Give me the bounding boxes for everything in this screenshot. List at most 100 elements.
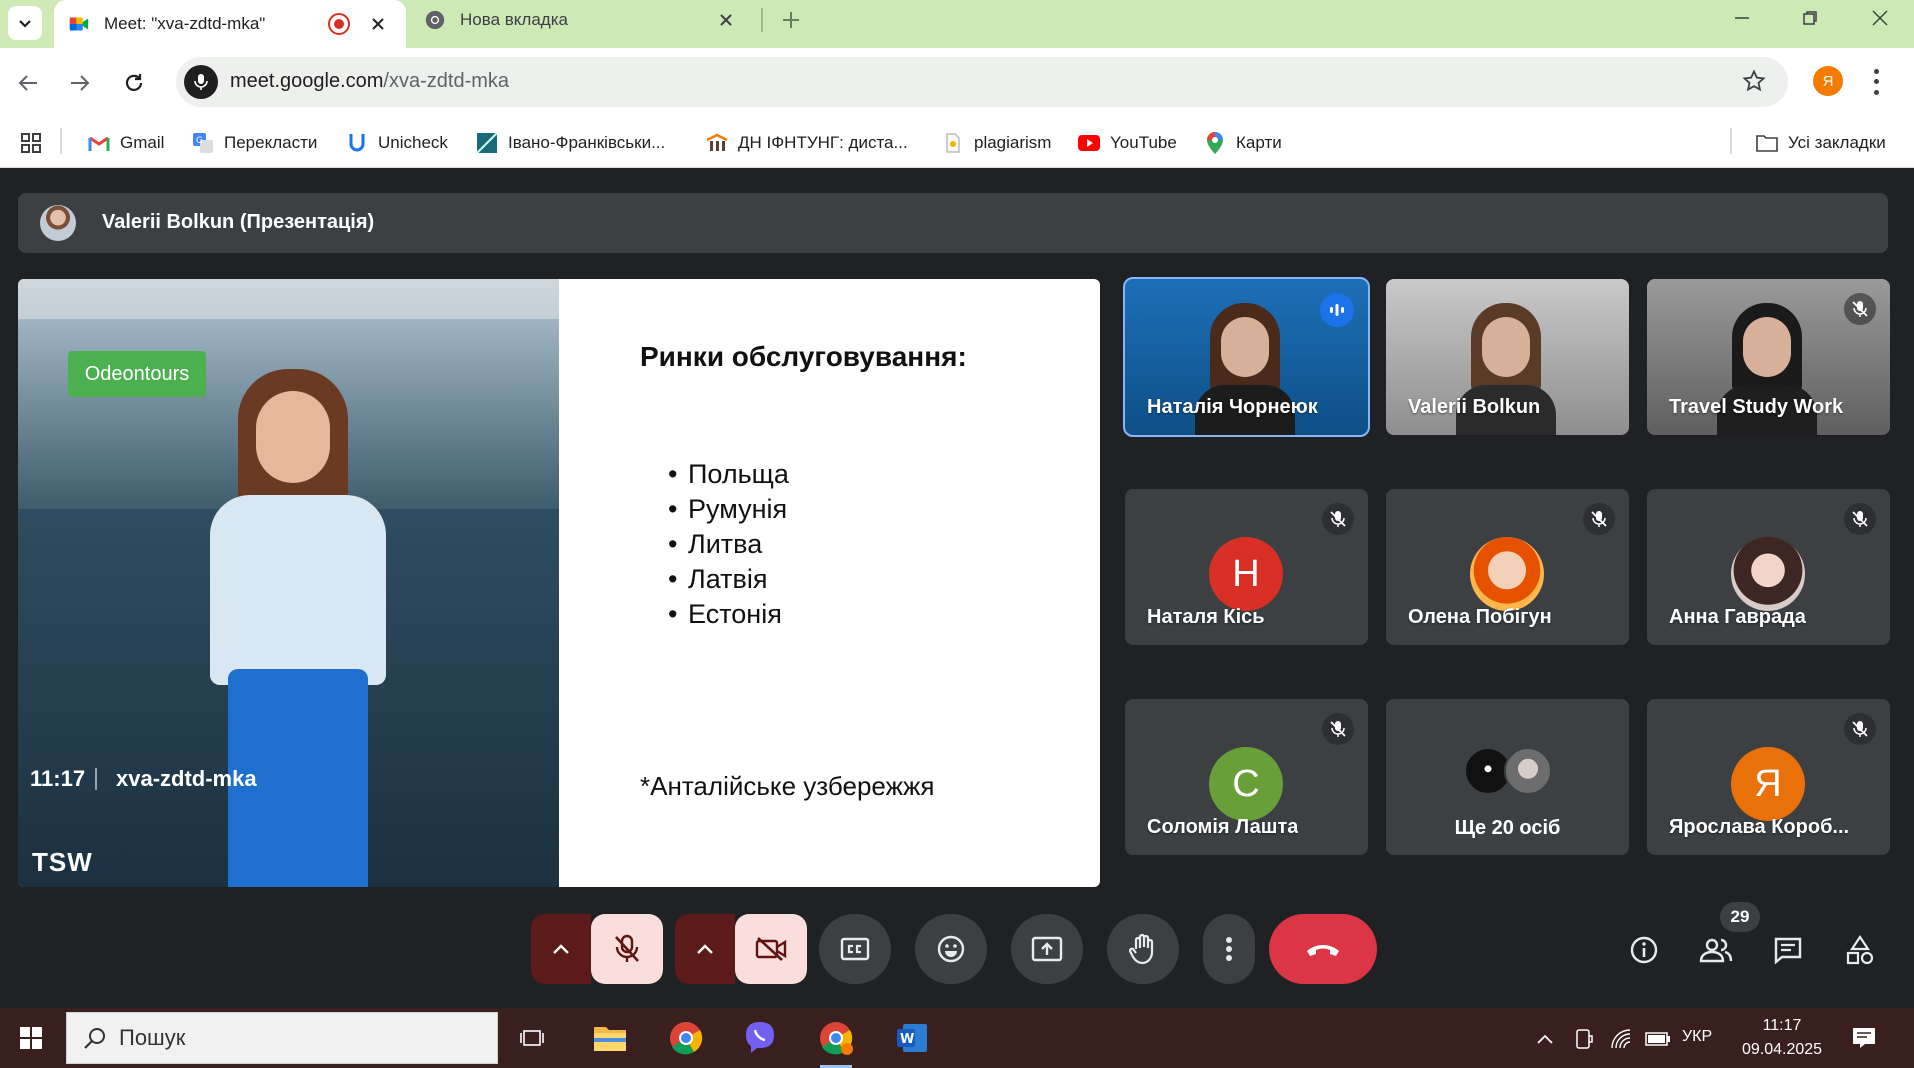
toggle-microphone-button[interactable]	[591, 914, 663, 984]
maps-icon	[1204, 132, 1226, 154]
reload-button[interactable]	[114, 63, 154, 103]
bookmark-ifntung[interactable]: ДН ІФНТУНГ: диста...	[706, 126, 908, 160]
word-icon: W	[897, 1024, 927, 1052]
activities-button[interactable]	[1836, 926, 1884, 974]
input-language[interactable]: УКР	[1682, 1028, 1712, 1046]
minimize-button[interactable]	[1708, 0, 1776, 36]
arrow-left-icon	[18, 75, 37, 91]
captions-button[interactable]	[819, 914, 891, 984]
device-icon	[1576, 1029, 1593, 1049]
video-settings-button[interactable]	[675, 914, 735, 984]
call-end-icon	[1307, 945, 1339, 956]
bookmark-label: Gmail	[120, 133, 165, 152]
file-explorer-button[interactable]	[588, 1016, 632, 1060]
emoji-icon	[937, 935, 965, 963]
people-button[interactable]	[1692, 926, 1740, 974]
new-tab-button[interactable]	[775, 4, 807, 36]
taskbar-clock[interactable]: 11:17 09.04.2025	[1736, 1014, 1828, 1062]
device-status-button[interactable]	[1570, 1026, 1598, 1052]
tab-new[interactable]: Нова вкладка	[410, 0, 754, 40]
participant-tile[interactable]: Valerii Bolkun	[1386, 279, 1629, 435]
participant-tile[interactable]: Н Наталя Кісь	[1125, 489, 1368, 645]
taskbar-search[interactable]: Пошук	[66, 1012, 498, 1064]
close-icon	[372, 18, 384, 30]
bookmark-star-button[interactable]	[1742, 69, 1766, 98]
forward-button[interactable]	[60, 63, 100, 103]
reactions-button[interactable]	[915, 914, 987, 984]
bookmark-translate[interactable]: G Перекласти	[192, 126, 317, 160]
meeting-time: 11:17	[30, 766, 86, 791]
chrome-taskbar-button[interactable]	[664, 1016, 708, 1060]
bookmark-ivano-frankivsk[interactable]: Івано-Франківськи...	[476, 126, 665, 160]
arrow-right-icon	[71, 75, 90, 91]
raise-hand-button[interactable]	[1107, 914, 1179, 984]
close-tab-button[interactable]	[714, 8, 738, 32]
viber-icon	[746, 1022, 774, 1053]
youtube-icon	[1078, 132, 1100, 154]
taskbar-date: 09.04.2025	[1741, 1041, 1823, 1058]
tab-separator	[761, 8, 763, 32]
toggle-camera-button[interactable]	[735, 914, 807, 984]
all-bookmarks-button[interactable]: Усі закладки	[1756, 126, 1886, 160]
participant-tile[interactable]: Олена Побігун	[1386, 489, 1629, 645]
closed-captions-icon	[840, 937, 870, 961]
participant-tile[interactable]: Я Ярослава Короб...	[1647, 699, 1890, 855]
tab-search-button[interactable]	[8, 6, 42, 40]
bookmark-maps[interactable]: Карти	[1204, 126, 1282, 160]
close-window-button[interactable]	[1846, 0, 1914, 36]
browser-menu-button[interactable]	[1866, 66, 1886, 98]
show-hidden-icons-button[interactable]	[1530, 1026, 1560, 1052]
back-button[interactable]	[8, 63, 48, 103]
chat-button[interactable]	[1764, 926, 1812, 974]
speaking-indicator-icon	[1320, 293, 1354, 327]
tab-meet[interactable]: Meet: "xva-zdtd-mka"	[54, 0, 406, 48]
presentation-slide[interactable]: Odeontours TSW Ринки обслуговування: Пол…	[18, 279, 1100, 887]
leave-call-button[interactable]	[1269, 914, 1377, 984]
search-placeholder: Пошук	[119, 1025, 186, 1050]
restore-button[interactable]	[1776, 0, 1844, 36]
more-options-button[interactable]	[1203, 914, 1255, 984]
participant-tile[interactable]: Travel Study Work	[1647, 279, 1890, 435]
participant-tile[interactable]: Анна Гаврада	[1647, 489, 1890, 645]
meet-main: Valerii Bolkun (Презентація) Odeontours …	[0, 169, 1914, 1008]
participant-name: Анна Гаврада	[1669, 606, 1806, 628]
restore-icon	[1803, 11, 1817, 25]
audio-settings-button[interactable]	[531, 914, 591, 984]
apps-button[interactable]	[20, 126, 42, 160]
bookmarks-divider	[1730, 128, 1732, 154]
participant-tile[interactable]: С Соломія Лашта	[1125, 699, 1368, 855]
bookmark-youtube[interactable]: YouTube	[1078, 126, 1177, 160]
participant-tile[interactable]: Наталія Чорнеюк	[1123, 277, 1370, 437]
start-button[interactable]	[0, 1008, 62, 1068]
present-screen-button[interactable]	[1011, 914, 1083, 984]
bookmark-label: Unicheck	[378, 133, 448, 152]
list-item: Польща	[668, 457, 789, 492]
chrome-profile-taskbar-button[interactable]	[814, 1016, 858, 1068]
chevron-up-icon	[1537, 1034, 1553, 1044]
word-button[interactable]: W	[890, 1016, 934, 1060]
task-view-icon	[520, 1030, 544, 1046]
close-tab-button[interactable]	[366, 12, 390, 36]
chrome-icon	[670, 1022, 703, 1055]
bookmark-unicheck[interactable]: Unicheck	[346, 126, 448, 160]
bookmark-gmail[interactable]: Gmail	[88, 126, 164, 160]
profile-avatar[interactable]: Я	[1813, 66, 1843, 96]
meeting-details-button[interactable]	[1620, 926, 1668, 974]
windows-logo-icon	[20, 1027, 42, 1049]
star-icon	[1742, 69, 1766, 92]
more-participants-tile[interactable]: Ще 20 осіб	[1386, 699, 1629, 855]
bookmark-plagiarism[interactable]: plagiarism	[942, 126, 1051, 160]
battery-button[interactable]	[1642, 1026, 1674, 1052]
network-button[interactable]	[1606, 1026, 1636, 1052]
chevron-down-icon	[19, 20, 31, 28]
notifications-button[interactable]	[1848, 1022, 1880, 1054]
address-bar[interactable]: meet.google.com/xva-zdtd-mka	[176, 57, 1788, 107]
microphone-in-use-icon[interactable]	[184, 65, 218, 99]
participant-name: Valerii Bolkun	[1408, 396, 1541, 418]
viber-button[interactable]	[738, 1016, 782, 1060]
chrome-icon	[425, 10, 445, 30]
avatar	[40, 205, 76, 241]
task-view-button[interactable]	[510, 1016, 554, 1060]
participant-name: Travel Study Work	[1669, 396, 1844, 418]
chat-icon	[1774, 937, 1802, 964]
